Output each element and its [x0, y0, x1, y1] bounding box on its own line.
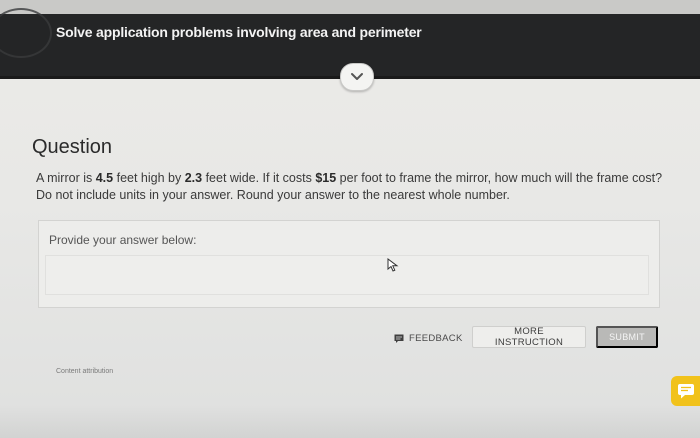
feedback-label: FEEDBACK	[409, 332, 463, 344]
mirror-width-value: 2.3	[184, 171, 203, 185]
chat-button[interactable]	[671, 376, 700, 406]
frame-cost-value: $15	[315, 171, 337, 185]
answer-input[interactable]	[45, 255, 649, 295]
answer-area: Provide your answer below:	[38, 220, 660, 308]
question-text-part: feet wide. If it costs	[202, 171, 316, 185]
pointer-cursor-icon	[387, 258, 399, 272]
photo-shading	[0, 404, 700, 438]
mirror-height-value: 4.5	[95, 171, 114, 185]
browser-top-strip	[0, 0, 700, 14]
submit-button[interactable]: SUBMIT	[596, 326, 658, 348]
chevron-down-icon	[351, 73, 363, 80]
question-text-part: feet high by	[113, 171, 185, 185]
question-text-part: A mirror is	[36, 171, 96, 185]
collapse-toggle-button[interactable]	[340, 63, 374, 91]
answer-label: Provide your answer below:	[49, 233, 197, 247]
question-card: Question A mirror is 4.5 feet high by 2.…	[22, 130, 682, 370]
header-decoration	[0, 8, 52, 58]
chat-icon	[677, 384, 694, 399]
feedback-button[interactable]: FEEDBACK	[388, 328, 469, 348]
feedback-icon	[394, 334, 404, 343]
more-instruction-button[interactable]: MORE INSTRUCTION	[472, 326, 586, 348]
question-text: A mirror is 4.5 feet high by 2.3 feet wi…	[36, 170, 676, 204]
page: Solve application problems involving are…	[0, 0, 700, 438]
content-attribution-link[interactable]: Content attribution	[56, 368, 113, 375]
lesson-title: Solve application problems involving are…	[56, 24, 422, 40]
question-heading: Question	[32, 136, 113, 158]
